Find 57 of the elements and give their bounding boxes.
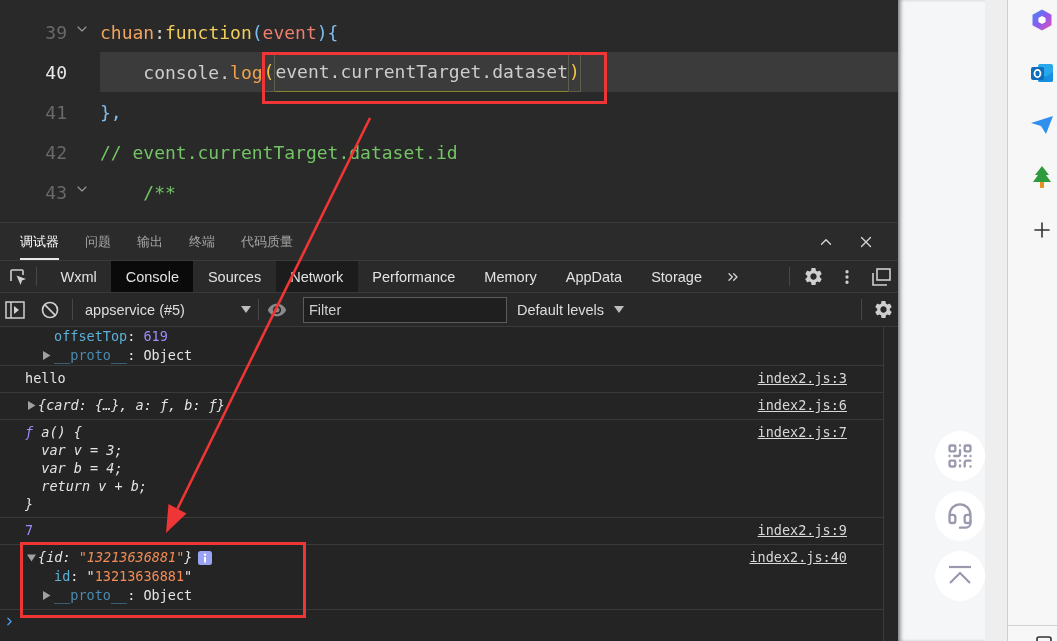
- inspect-icon[interactable]: [8, 267, 27, 286]
- info-icon[interactable]: [198, 551, 213, 565]
- devtools-tab[interactable]: Performance: [357, 261, 470, 292]
- console-text: 7: [25, 521, 34, 540]
- caret-icon: [614, 305, 625, 314]
- source-link[interactable]: index2.js:3: [757, 369, 847, 388]
- sidebar-toggle-icon[interactable]: [5, 300, 25, 319]
- qr-code-button[interactable]: [935, 431, 985, 481]
- console-text: {id: "13213636881"}: [38, 548, 193, 567]
- source-link[interactable]: index2.js:9: [757, 521, 847, 540]
- devtools-tab[interactable]: Memory: [469, 261, 552, 292]
- context-dropdown[interactable]: appservice (#5): [85, 293, 257, 326]
- source-link[interactable]: index2.js:40: [749, 548, 847, 567]
- tree-icon[interactable]: [1030, 165, 1054, 189]
- clear-icon[interactable]: [41, 300, 59, 319]
- console-text: id: "13213636881": [54, 567, 193, 586]
- devtools-tab[interactable]: Sources: [193, 261, 276, 292]
- filter-field[interactable]: Filter: [303, 296, 507, 323]
- mail-icon[interactable]: [1030, 61, 1054, 85]
- console-text: {card: {…}, a: ƒ, b: ƒ}: [38, 396, 225, 415]
- devtools-tab[interactable]: AppData: [551, 261, 637, 292]
- qr-code-icon: [946, 442, 974, 470]
- source-link[interactable]: index2.js:6: [757, 396, 847, 415]
- devtools-tab[interactable]: Wxml: [46, 261, 112, 292]
- console-text: hello: [25, 369, 66, 388]
- headset-icon: [946, 502, 974, 530]
- source-link[interactable]: index2.js:7: [757, 423, 847, 442]
- console-text: __proto__: Object: [54, 346, 193, 365]
- expand-triangle-icon[interactable]: [42, 591, 51, 600]
- code-line: },: [100, 100, 123, 125]
- support-button[interactable]: [935, 491, 985, 541]
- devtools-tab[interactable]: Console: [111, 261, 194, 292]
- code-line: /**: [142, 180, 177, 205]
- console-text: offsetTop: 619: [54, 327, 168, 346]
- panel-tab[interactable]: 问题: [85, 223, 111, 260]
- line-number: 40: [44, 61, 67, 83]
- line-number: 39: [44, 21, 67, 43]
- console-text: __proto__: Object: [54, 586, 193, 605]
- levels-dropdown[interactable]: Default levels: [507, 293, 631, 326]
- panel-tab[interactable]: 代码质量: [241, 223, 293, 260]
- panel-tab[interactable]: 终端: [189, 223, 215, 260]
- expand-triangle-icon[interactable]: [27, 553, 36, 562]
- hexagon-icon[interactable]: [1030, 8, 1054, 32]
- console-text: ƒ a() { var v = 3; var b = 4; return v + b; }: [25, 423, 147, 513]
- line-number: 41: [44, 101, 67, 123]
- line-number: 42: [44, 141, 67, 163]
- line-number: 43: [44, 181, 67, 203]
- devtools-tab[interactable]: Network: [275, 261, 358, 292]
- back-to-top-button[interactable]: [935, 551, 985, 601]
- code-line: chuan:function(event){: [100, 20, 340, 45]
- caret-icon: [241, 305, 251, 314]
- dock-icon[interactable]: [871, 267, 891, 286]
- paper-plane-icon[interactable]: [1030, 114, 1054, 136]
- expand-triangle-icon[interactable]: [42, 351, 51, 360]
- panel-tab[interactable]: 输出: [137, 223, 163, 260]
- devtools-tab[interactable]: Storage: [636, 261, 717, 292]
- expand-triangle-icon[interactable]: [27, 401, 36, 410]
